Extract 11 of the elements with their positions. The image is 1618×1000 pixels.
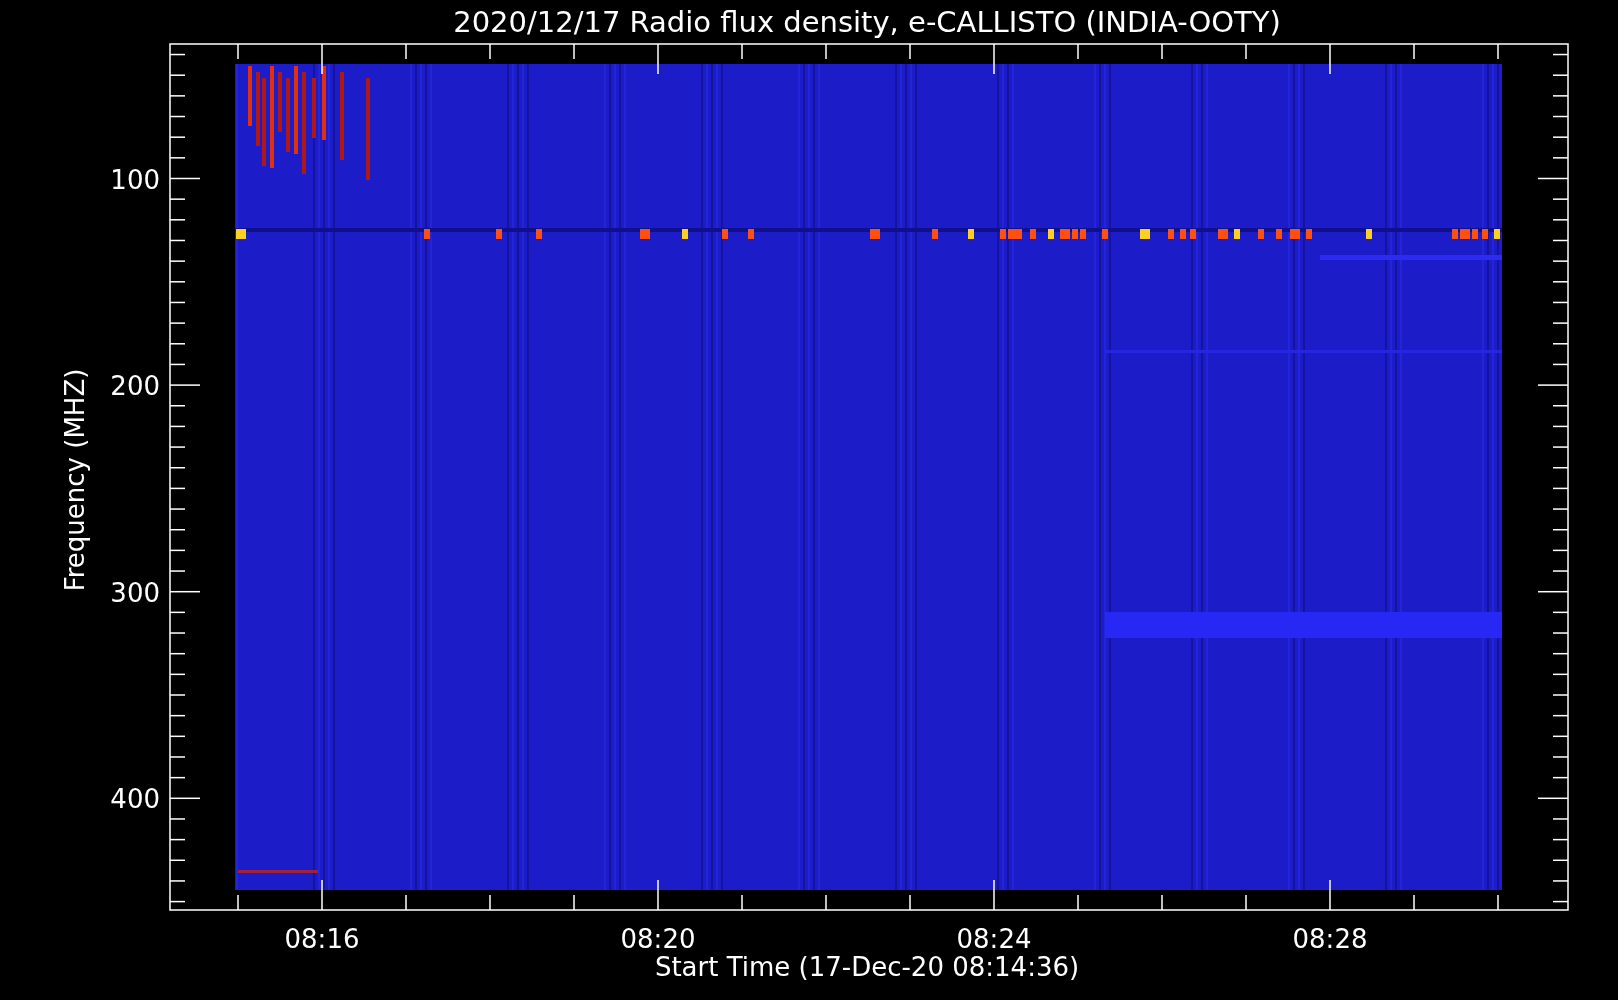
y-axis-label: Frequency (MHZ) <box>60 368 90 592</box>
x-tick-label: 08:28 <box>1292 924 1368 954</box>
x-tick-label: 08:20 <box>620 924 696 954</box>
y-tick-label: 300 <box>110 577 160 608</box>
x-axis-label: Start Time (17-Dec-20 08:14:36) <box>654 952 1080 982</box>
chart-title: 2020/12/17 Radio flux density, e-CALLISTO (INDIA-OOTY) <box>453 5 1281 39</box>
x-tick-label: 08:16 <box>284 924 360 954</box>
y-tick-label: 400 <box>110 784 160 815</box>
x-tick-label: 08:24 <box>956 924 1032 954</box>
y-tick-label: 100 <box>110 164 160 195</box>
y-tick-label: 200 <box>110 371 160 402</box>
